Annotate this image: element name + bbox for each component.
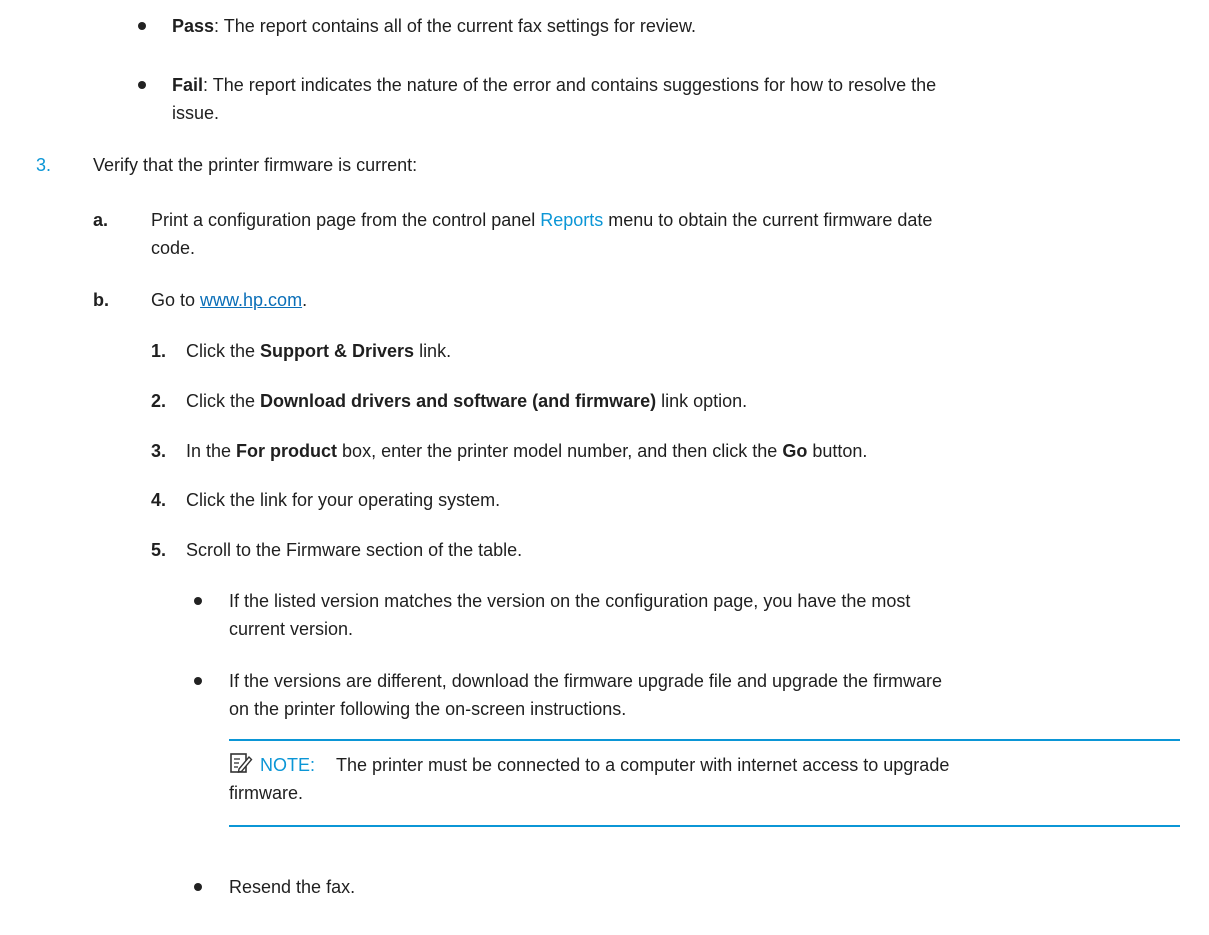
- step-text: Verify that the printer firmware is curr…: [93, 155, 418, 175]
- sub-bullet-1-line1: If the listed version matches the versio…: [229, 591, 911, 611]
- final-bullet-text: Resend the fax.: [229, 877, 356, 897]
- sub-bullet-2-line1: If the versions are different, download …: [229, 671, 943, 691]
- pass-term: Pass: [172, 16, 215, 36]
- bullet-fail: Fail: The report indicates the nature of…: [172, 73, 936, 97]
- hp-website-link[interactable]: www.hp.com: [200, 290, 302, 310]
- item-2-before: Click the: [186, 391, 261, 411]
- go-button-label: Go: [782, 441, 808, 461]
- fail-text-line2: issue.: [172, 103, 220, 123]
- item-3-before: In the: [186, 441, 237, 461]
- sub-bullet-1-dot: [194, 597, 202, 605]
- note-top-rule: [229, 739, 1180, 741]
- item-4-text: Click the link for your operating system…: [186, 490, 501, 510]
- sub-b-before: Go to: [151, 290, 201, 310]
- sub-a-line2: code.: [151, 238, 196, 258]
- for-product-label: For product: [236, 441, 338, 461]
- download-drivers-label: Download drivers and software (and firmw…: [260, 391, 657, 411]
- item-1-after: link.: [414, 341, 452, 361]
- sub-b-text: Go to www.hp.com.: [151, 288, 307, 312]
- item-2-after: link option.: [656, 391, 748, 411]
- reports-menu-link[interactable]: Reports: [540, 210, 603, 230]
- note-label: NOTE:: [260, 755, 316, 775]
- sub-b-after: .: [302, 290, 308, 310]
- sub-a-before: Print a configuration page from the cont…: [151, 210, 541, 230]
- step-number: 3.: [36, 155, 52, 175]
- sub-a-letter: a.: [93, 210, 109, 230]
- note-bottom-rule: [229, 825, 1180, 827]
- bullet-pass: Pass: The report contains all of the cur…: [172, 14, 696, 38]
- note-line1: The printer must be connected to a compu…: [336, 755, 950, 775]
- item-1-num: 1.: [151, 341, 167, 361]
- item-3-after: button.: [807, 441, 868, 461]
- bullet-pass-dot: [138, 22, 146, 30]
- note-pencil-icon: [230, 753, 253, 773]
- item-2-text: Click the Download drivers and software …: [186, 389, 747, 413]
- item-1-text: Click the Support & Drivers link.: [186, 339, 451, 363]
- fail-term: Fail: [172, 75, 204, 95]
- item-5-text: Scroll to the Firmware section of the ta…: [186, 540, 523, 560]
- item-4-num: 4.: [151, 490, 167, 510]
- item-5-num: 5.: [151, 540, 167, 560]
- sub-bullet-2-line2: on the printer following the on-screen i…: [229, 699, 627, 719]
- pass-text: : The report contains all of the current…: [214, 16, 696, 36]
- sub-b-letter: b.: [93, 290, 109, 310]
- sub-bullet-2-dot: [194, 677, 202, 685]
- item-1-before: Click the: [186, 341, 261, 361]
- final-bullet-dot: [194, 883, 202, 891]
- fail-text-line1: : The report indicates the nature of the…: [203, 75, 937, 95]
- sub-a-line1: Print a configuration page from the cont…: [151, 208, 932, 232]
- sub-bullet-1-line2: current version.: [229, 619, 354, 639]
- item-3-text: In the For product box, enter the printe…: [186, 439, 867, 463]
- note-line2: firmware.: [229, 783, 304, 803]
- item-3-middle: box, enter the printer model number, and…: [337, 441, 783, 461]
- bullet-fail-dot: [138, 81, 146, 89]
- item-2-num: 2.: [151, 391, 167, 411]
- item-3-num: 3.: [151, 441, 167, 461]
- support-drivers-label: Support & Drivers: [260, 341, 415, 361]
- sub-a-after: menu to obtain the current firmware date: [603, 210, 933, 230]
